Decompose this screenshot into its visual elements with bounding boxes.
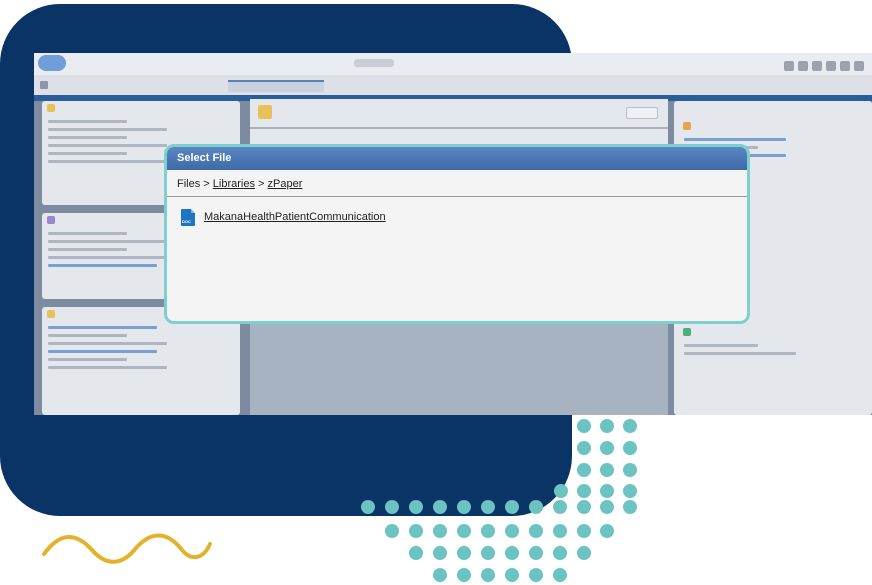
open-activities-card [678,325,864,385]
teal-dot [600,441,614,455]
teal-dot [623,500,637,514]
teal-dot [481,568,495,582]
teal-dot [457,524,471,538]
avatar[interactable] [854,61,864,71]
teal-dot [457,500,471,514]
app-header [34,53,872,75]
mid-follow-button[interactable] [626,107,658,119]
teal-dot [623,463,637,477]
teal-dot [433,568,447,582]
app-launcher-icon[interactable] [40,81,48,89]
teal-dot [553,568,567,582]
teal-dot [577,524,591,538]
breadcrumb-divider [167,196,747,197]
teal-dot [623,484,637,498]
teal-dot [361,500,375,514]
doc-file-icon: DOC [181,209,195,226]
teal-dot [623,441,637,455]
teal-dot [529,524,543,538]
breadcrumb-separator: > [203,178,210,190]
teal-dot [385,500,399,514]
breadcrumb-separator: > [258,178,265,190]
dialog-titlebar: Select File [167,147,747,170]
teal-dot [457,546,471,560]
teal-dot [529,568,543,582]
teal-dot [409,500,423,514]
teal-dot [600,463,614,477]
teal-dot [553,546,567,560]
teal-dot [433,546,447,560]
teal-dot [481,524,495,538]
teal-dot [505,546,519,560]
mid-panel-header [250,99,668,127]
teal-dot [529,500,543,514]
teal-dot [577,546,591,560]
teal-dot [577,500,591,514]
teal-dot [553,500,567,514]
teal-dot [600,524,614,538]
dialog-title: Select File [177,152,232,164]
cloud-logo-icon [38,55,66,71]
gold-squiggle-decoration [42,533,212,564]
teal-dot [433,500,447,514]
header-utility-icons [780,58,864,76]
app-nav-bar [34,75,872,95]
breadcrumb-zpaper-link[interactable]: zPaper [268,178,303,190]
teal-dot [553,524,567,538]
bell-icon[interactable] [840,61,850,71]
star-icon[interactable] [784,61,794,71]
case-icon [258,105,272,119]
teal-dot [409,524,423,538]
mid-tab-row [250,129,668,145]
teal-dot [600,419,614,433]
breadcrumb: Files > Libraries > zPaper [177,178,302,190]
teal-dot [505,524,519,538]
teal-dot [481,500,495,514]
select-file-dialog: Select File Files > Libraries > zPaper D… [164,144,750,324]
teal-dot [577,463,591,477]
help-icon[interactable] [812,61,822,71]
add-icon[interactable] [798,61,808,71]
teal-dot [554,484,568,498]
teal-dot [457,568,471,582]
teal-dot [577,484,591,498]
teal-dot [600,500,614,514]
file-link[interactable]: MakanaHealthPatientCommunication [204,211,386,223]
breadcrumb-files[interactable]: Files [177,178,200,190]
teal-dot [409,546,423,560]
active-record-tab[interactable] [228,80,324,92]
teal-dot [577,419,591,433]
header-search-bar[interactable] [354,59,394,67]
teal-dot [505,500,519,514]
teal-dot [385,524,399,538]
teal-dot [505,568,519,582]
teal-dot [433,524,447,538]
teal-dot [600,484,614,498]
breadcrumb-libraries-link[interactable]: Libraries [213,178,255,190]
teal-dot [577,441,591,455]
teal-dot [529,546,543,560]
gear-icon[interactable] [826,61,836,71]
teal-dot [623,419,637,433]
teal-dot [481,546,495,560]
